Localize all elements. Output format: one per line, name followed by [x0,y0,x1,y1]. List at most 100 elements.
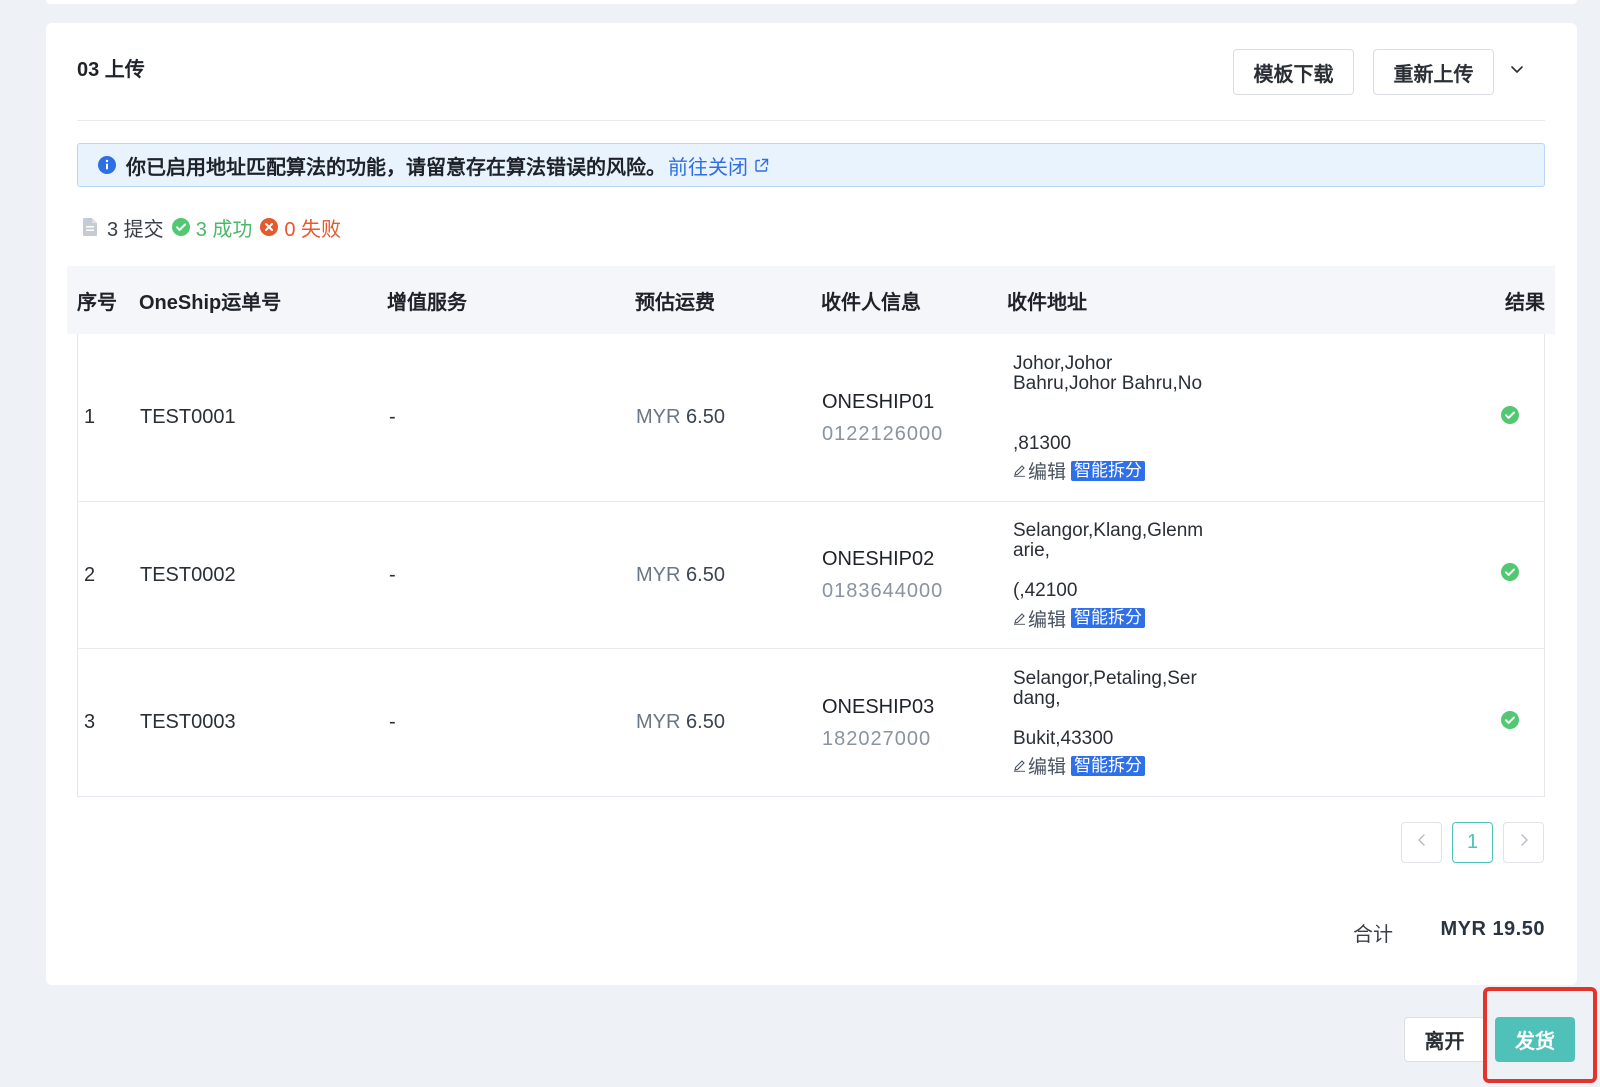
waybill-number: TEST0003 [140,711,236,733]
result-cell [1464,710,1544,735]
recipient-info: ONESHIP02 0183644000 [822,543,1008,607]
fee-amount: 6.50 [686,563,725,586]
pagination-prev-button[interactable] [1401,822,1442,863]
address-line: Bukit,43300 [1013,727,1114,749]
reupload-button[interactable]: 重新上传 [1373,49,1494,95]
address-actions: 编辑 智能拆分 [1013,605,1464,632]
smart-split-button[interactable]: 智能拆分 [1071,608,1146,628]
alert-message: 你已启用地址匹配算法的功能，请留意存在算法错误的风险。 [126,156,666,179]
header-fee: 预估运费 [635,291,715,314]
value-added-service: - [389,406,396,428]
recipient-phone: 0122126000 [822,422,944,445]
pagination-next-button[interactable] [1503,822,1544,863]
header-index: 序号 [77,291,117,314]
table-row: 1 TEST0001 - MYR 6.50 ONESHIP01 01221260… [78,334,1544,502]
file-icon [83,218,97,236]
chevron-right-icon [1518,833,1530,852]
table-body: 1 TEST0001 - MYR 6.50 ONESHIP01 01221260… [77,334,1545,797]
edit-icon [1013,612,1026,625]
failed-count: 0 失败 [284,218,342,241]
address-redacted-gap [1013,709,1464,729]
chevron-down-icon [1509,61,1525,82]
edit-label: 编辑 [1028,609,1067,631]
collapse-toggle[interactable] [1506,60,1528,82]
recipient-address: Selangor,Petaling,Ser dang, Bukit,43300 … [1008,667,1464,779]
address-text: Johor,Johor Bahru,Johor Bahru,No ,81300 [1013,352,1464,454]
estimated-fee: MYR 6.50 [636,564,822,587]
edit-address-link[interactable]: 编辑 [1013,457,1066,484]
edit-address-link[interactable]: 编辑 [1013,752,1066,779]
recipient-info: ONESHIP01 0122126000 [822,386,1008,450]
result-cell [1464,563,1544,587]
edit-address-link[interactable]: 编辑 [1013,605,1066,632]
address-line: dang, [1013,687,1061,709]
total-amount: MYR 19.50 [1440,918,1545,940]
recipient-phone: 0183644000 [822,580,944,602]
table-header: 序号 OneShip运单号 增值服务 预估运费 收件人信息 收件地址 结果 [67,266,1555,334]
edit-icon [1013,464,1026,477]
error-circle-icon [260,218,279,236]
header-recipient: 收件人信息 [821,291,921,314]
upload-stats: 3 提交 3 成功 0 失败 [83,215,342,241]
leave-button[interactable]: 离开 [1404,1017,1485,1062]
address-line: arie, [1013,540,1050,561]
fee-currency: MYR [636,406,681,428]
waybill-number: TEST0001 [140,406,236,428]
estimated-fee: MYR 6.50 [636,711,822,734]
check-circle-icon [1501,405,1519,430]
smart-split-button[interactable]: 智能拆分 [1071,755,1146,776]
template-download-button[interactable]: 模板下载 [1233,49,1354,95]
info-alert: 你已启用地址匹配算法的功能，请留意存在算法错误的风险。 前往关闭 [77,143,1545,187]
go-disable-link[interactable]: 前往关闭 [668,151,769,180]
smart-split-button[interactable]: 智能拆分 [1071,460,1146,481]
recipient-info: ONESHIP03 182027000 [822,691,1008,755]
address-actions: 编辑 智能拆分 [1013,752,1464,779]
edit-icon [1013,759,1026,772]
address-line: Selangor,Klang,Glenm [1013,520,1204,541]
address-line: Bahru,Johor Bahru,No [1013,372,1203,394]
fee-amount: 6.50 [686,711,725,733]
recipient-name: ONESHIP02 [822,548,935,570]
fee-currency: MYR [636,563,681,586]
table-row: 2 TEST0002 - MYR 6.50 ONESHIP02 01836440… [78,502,1544,649]
row-index: 2 [84,563,96,586]
address-line: Johor,Johor [1013,352,1113,374]
go-disable-link-label: 前往关闭 [668,156,748,179]
recipient-name: ONESHIP03 [822,695,935,718]
address-text: Selangor,Klang,Glenm arie, (,42100 [1013,521,1464,601]
fee-currency: MYR [636,711,681,733]
total-label: 合计 [1353,924,1393,946]
previous-card-edge [46,0,1577,4]
success-count: 3 成功 [195,218,253,241]
check-circle-icon [1501,563,1519,587]
address-redacted-gap [1013,394,1464,434]
external-link-icon [754,158,769,173]
row-index: 1 [84,406,96,428]
header-address: 收件地址 [1007,291,1087,314]
chevron-left-icon [1416,833,1428,852]
value-added-service: - [389,711,396,733]
row-index: 3 [84,711,96,733]
check-circle-icon [171,218,190,236]
pagination-page-current[interactable]: 1 [1452,822,1493,863]
address-line: ,81300 [1013,432,1072,454]
result-cell [1464,405,1544,430]
estimated-fee: MYR 6.50 [636,406,822,429]
address-line: (,42100 [1013,580,1078,601]
header-result: 结果 [1505,291,1545,314]
check-circle-icon [1501,710,1519,735]
recipient-name: ONESHIP01 [822,390,935,413]
waybill-number: TEST0002 [140,563,236,586]
address-redacted-gap [1013,561,1464,581]
edit-label: 编辑 [1028,757,1067,778]
ship-button[interactable]: 发货 [1495,1017,1575,1062]
info-icon [98,156,116,174]
header-waybill: OneShip运单号 [139,291,282,314]
section-title: 03 上传 [77,59,145,81]
address-line: Selangor,Petaling,Ser [1013,667,1197,689]
submitted-count: 3 提交 [107,218,164,241]
recipient-phone: 182027000 [822,727,932,750]
address-actions: 编辑 智能拆分 [1013,457,1464,484]
edit-label: 编辑 [1028,462,1067,483]
value-added-service: - [389,563,396,586]
